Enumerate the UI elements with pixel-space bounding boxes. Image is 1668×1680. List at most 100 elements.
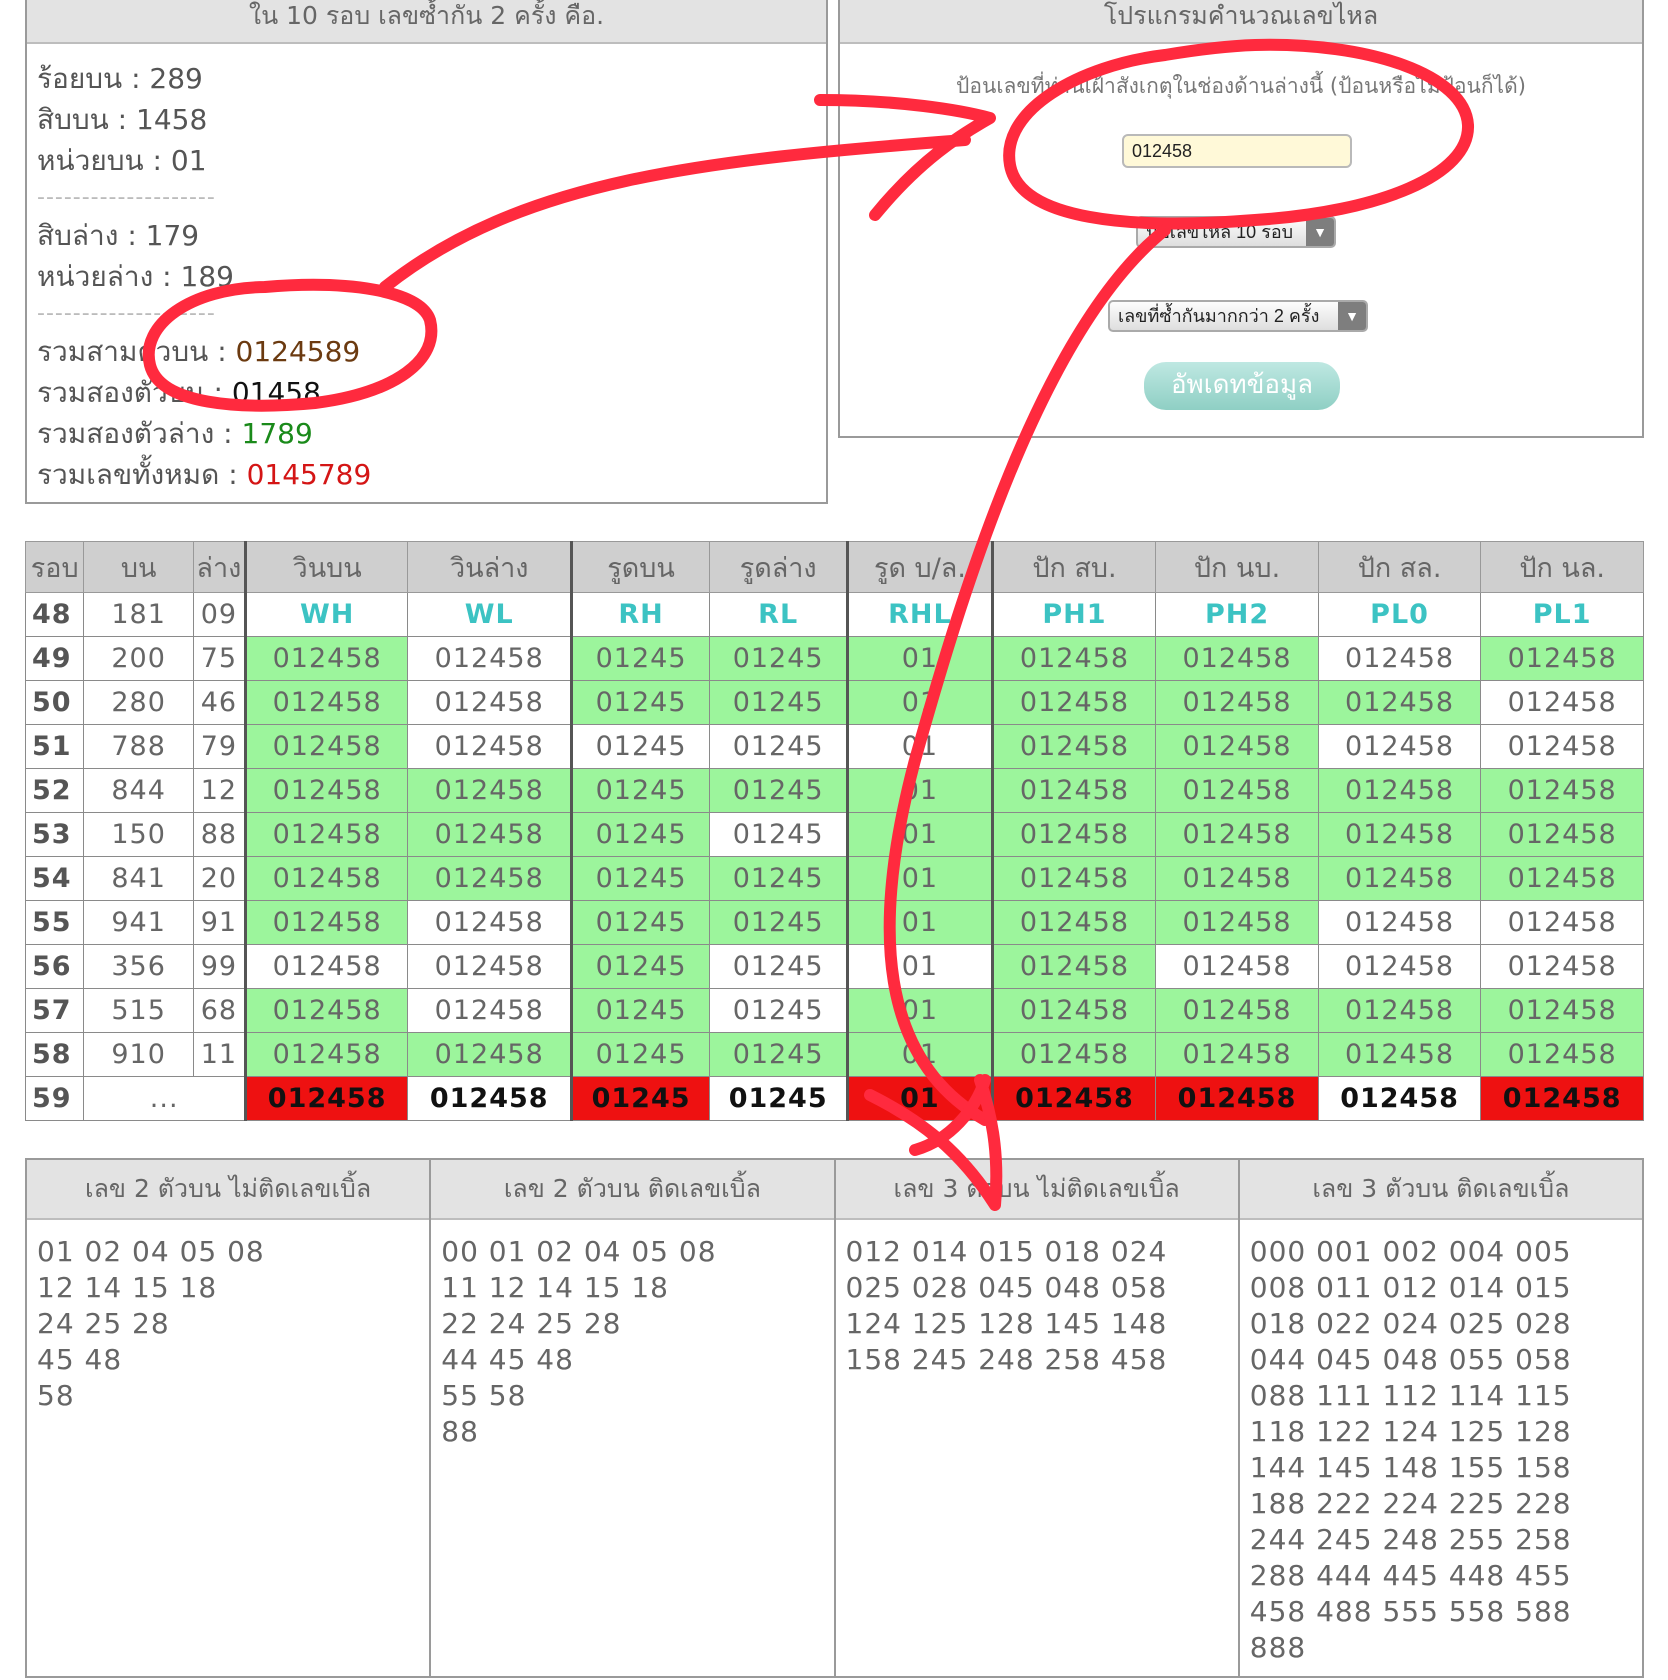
list-item: 44 45 48: [441, 1343, 574, 1376]
number-list: เลข 3 ตัวบน ไม่ติดเลขเบิ้ล 012 014 015 01…: [833, 1160, 1238, 1676]
sum3-top-label: รวมสามตัวบน :: [37, 335, 236, 368]
list-item: 88: [441, 1415, 479, 1448]
round-number: 55: [24, 900, 85, 945]
list-item: 55 58: [441, 1379, 527, 1412]
tens-top: สิบบน : 1458: [37, 103, 208, 136]
list-body: 00 01 02 04 05 08 11 12 14 15 18 22 24 25 …: [431, 1220, 833, 1464]
formula-cell: 012458: [990, 636, 1157, 681]
formula-cell: 01: [846, 636, 993, 681]
formula-cell: 012458: [243, 856, 409, 901]
list-item: 044 045 048 055 058: [1249, 1343, 1572, 1376]
column-header: ปัก นล.: [1480, 541, 1644, 593]
formula-cell: 012458: [1155, 812, 1319, 857]
formula-code: RH: [570, 592, 711, 637]
list-item: 22 24 25 28: [441, 1307, 622, 1340]
formula-cell: 012458: [1317, 724, 1482, 769]
top-result: 181: [83, 592, 194, 637]
formula-cell: 012458: [1155, 724, 1319, 769]
formula-cell: 012458: [990, 768, 1157, 813]
formula-cell: 012458: [990, 680, 1157, 725]
table-row: 56 356 99 012458 012458 01245 01245 01 012458 012…: [24, 944, 1644, 989]
list-item: 000 001 002 004 005: [1249, 1235, 1572, 1268]
list-item: 025 028 045 048 058: [845, 1271, 1168, 1304]
formula-cell: 01245: [570, 1032, 711, 1077]
sum2-top-label: รวมสองตัวบน :: [37, 376, 232, 409]
update-button[interactable]: อัพเดทข้อมูล: [1144, 362, 1340, 410]
column-header: ปัก สบ.: [990, 541, 1157, 593]
sum3-top-value: 0124589: [235, 335, 361, 368]
list-item: 888: [1249, 1631, 1307, 1664]
bottom-result: 99: [192, 944, 246, 989]
top-result: 910: [83, 1032, 194, 1077]
formula-cell: 012458: [1155, 680, 1319, 725]
formula-cell: 012458: [243, 944, 409, 989]
formula-cell: 01245: [709, 1032, 849, 1077]
formula-cell: 012458: [407, 636, 573, 681]
list-item: 158 245 248 258 458: [845, 1343, 1168, 1376]
formula-cell: 012458: [243, 680, 409, 725]
sum-all-label: รวมเลขทั้งหมด :: [37, 458, 247, 491]
top-result: 280: [83, 680, 194, 725]
formula-cell: 01245: [709, 988, 849, 1033]
formula-cell: 01245: [709, 724, 849, 769]
column-header: รูดล่าง: [709, 541, 849, 593]
formula-cell: 01245: [709, 900, 849, 945]
tens-bottom: สิบล่าง : 179: [37, 219, 200, 252]
bottom-result: 09: [192, 592, 246, 637]
formula-cell: 012458: [990, 900, 1157, 945]
formula-cell: 01245: [709, 944, 849, 989]
list-body: 01 02 04 05 08 12 14 15 18 24 25 28 45 48 58: [27, 1220, 429, 1428]
top-result: 841: [83, 856, 194, 901]
list-title: เลข 3 ตัวบน ติดเลขเบิ้ล: [1239, 1160, 1642, 1220]
formula-cell: 012458: [243, 1032, 409, 1077]
formula-cell: 01245: [709, 636, 849, 681]
table-row: 54 841 20 012458 012458 01245 01245 01 012458 012…: [24, 856, 1644, 901]
round-number: 58: [24, 1032, 85, 1077]
repeat-select[interactable]: เลขที่ซ้ำกันมากกว่า 2 ครั้ง ▼: [1108, 300, 1368, 332]
formula-cell: 01: [846, 856, 993, 901]
sum2-top: รวมสองตัวบน : 01458: [37, 372, 816, 413]
prediction-row: 59... 012458 012458 01245 01245 01 012458 01245…: [24, 1076, 1644, 1121]
prediction-cell: 012458: [1317, 1076, 1482, 1121]
bottom-result: 91: [192, 900, 246, 945]
formula-cell: 012458: [1155, 1032, 1319, 1077]
prediction-cell: 012458: [243, 1076, 409, 1121]
number-lists: เลข 2 ตัวบน ไม่ติดเลขเบิ้ล 01 02 04 05 08…: [25, 1158, 1644, 1678]
table-row: 49 200 75 012458 012458 01245 01245 01 012458 012…: [24, 636, 1644, 681]
list-item: 188 222 224 225 228: [1249, 1487, 1572, 1520]
hundreds-top: ร้อยบน : 289: [37, 62, 203, 95]
formula-cell: 012458: [407, 680, 573, 725]
formula-cell: 012458: [407, 856, 573, 901]
column-header: รูดบน: [570, 541, 711, 593]
top-result: 356: [83, 944, 194, 989]
formula-cell: 01245: [709, 856, 849, 901]
formula-cell: 012458: [243, 812, 409, 857]
rounds-select[interactable]: นับเลขไหล 10 รอบ ▼: [1136, 216, 1336, 248]
formula-cell: 01245: [570, 680, 711, 725]
table-row: 52 844 12 012458 012458 01245 01245 01 012458 012…: [24, 768, 1644, 813]
column-header: ปัก สล.: [1317, 541, 1482, 593]
round-number: 51: [24, 724, 85, 769]
table-row: 50 280 46 012458 012458 01245 01245 01 012458 012…: [24, 680, 1644, 725]
chevron-down-icon: ▼: [1338, 302, 1366, 330]
round-number: 50: [24, 680, 85, 725]
bottom-result: 12: [192, 768, 246, 813]
formula-cell: 012458: [1480, 1032, 1644, 1077]
column-header: ล่าง: [192, 541, 246, 593]
digits-input[interactable]: [1122, 134, 1352, 168]
prediction-cell: 012458: [1155, 1076, 1319, 1121]
formula-cell: 01245: [570, 812, 711, 857]
round-number: 59: [24, 1076, 85, 1121]
prediction-cell: 012458: [1480, 1076, 1644, 1121]
formula-cell: 01245: [570, 900, 711, 945]
column-header: วินล่าง: [407, 541, 573, 593]
formula-cell: 012458: [1317, 988, 1482, 1033]
list-item: 088 111 112 114 115: [1249, 1379, 1572, 1412]
top-result: 788: [83, 724, 194, 769]
table-row: 55 941 91 012458 012458 01245 01245 01 012458 012…: [24, 900, 1644, 945]
formula-cell: 012458: [407, 944, 573, 989]
round-number: 48: [24, 592, 85, 637]
sum2-bottom-value: 1789: [241, 417, 313, 450]
sum3-top: รวมสามตัวบน : 0124589: [37, 331, 816, 372]
calculator-title: โปรแกรมคำนวณเลขไหล: [840, 0, 1642, 44]
